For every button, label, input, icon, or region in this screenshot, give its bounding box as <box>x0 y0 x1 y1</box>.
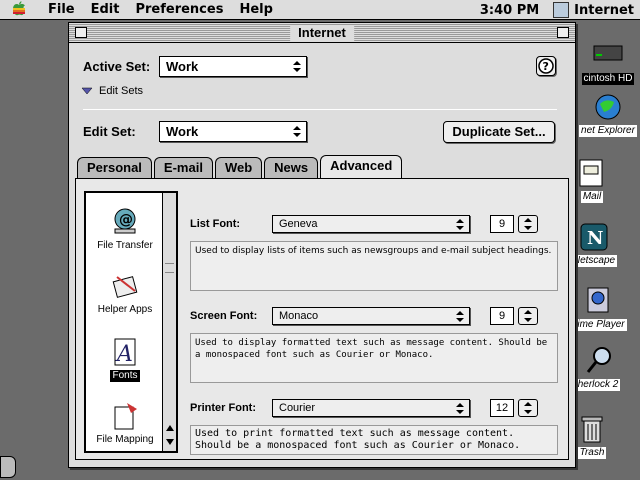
desktop-icon-label: Mail <box>580 191 604 203</box>
edit-set-popup[interactable]: Work <box>159 121 307 142</box>
helper-apps-icon <box>109 269 141 301</box>
category-file-transfer[interactable]: @ File Transfer <box>86 205 164 252</box>
disclosure-triangle-icon[interactable] <box>81 86 93 96</box>
control-strip-tab[interactable] <box>0 456 16 478</box>
category-label: Helper Apps <box>97 304 153 315</box>
screen-font-size-stepper[interactable] <box>518 307 538 325</box>
advanced-panel: @ File Transfer Helper Apps A Fonts File… <box>75 178 569 460</box>
file-transfer-icon: @ <box>109 205 141 237</box>
divider <box>83 109 557 110</box>
screen-font-size-field[interactable]: 9 <box>490 307 514 325</box>
tab-web[interactable]: Web <box>214 157 263 179</box>
sherlock-icon <box>582 346 614 376</box>
application-menu-icon[interactable] <box>553 2 570 18</box>
category-file-mapping[interactable]: File Mapping <box>86 399 164 446</box>
screen-font-label: Screen Font: <box>190 310 258 322</box>
menubar-clock[interactable]: 3:40 PM <box>480 3 539 18</box>
window-title: Internet <box>290 25 354 41</box>
internet-window: Internet Active Set: Work ? Edit Sets Ed… <box>68 22 576 468</box>
edit-sets-label[interactable]: Edit Sets <box>99 85 143 97</box>
tab-email[interactable]: E-mail <box>153 157 213 179</box>
active-set-value: Work <box>166 59 199 74</box>
internet-explorer-icon <box>592 92 624 122</box>
tab-news[interactable]: News <box>264 157 319 179</box>
screen-font-value: Monaco <box>279 310 319 322</box>
list-font-size-stepper[interactable] <box>518 215 538 233</box>
advanced-category-list[interactable]: @ File Transfer Helper Apps A Fonts File… <box>84 191 178 453</box>
category-helper-apps[interactable]: Helper Apps <box>86 269 164 316</box>
window-titlebar[interactable]: Internet <box>69 23 575 43</box>
file-mapping-icon <box>109 399 141 431</box>
printer-font-size-field[interactable]: 12 <box>490 399 514 417</box>
menu-bar: File Edit Preferences Help 3:40 PM Inter… <box>0 0 640 20</box>
category-label: Fonts <box>110 370 140 382</box>
edit-set-value: Work <box>166 124 199 139</box>
svg-text:N: N <box>587 228 603 249</box>
list-font-description: Used to display lists of items such as n… <box>190 241 558 291</box>
active-set-popup[interactable]: Work <box>159 56 307 77</box>
trash-icon <box>576 414 608 444</box>
popup-arrows-icon <box>456 311 464 322</box>
popup-arrows-icon <box>293 61 301 72</box>
stepper-arrows-icon <box>524 218 532 230</box>
desktop-icon-label: net Explorer <box>579 125 637 137</box>
printer-font-label: Printer Font: <box>190 402 256 414</box>
screen-font-description: Used to display formatted text such as m… <box>190 333 558 383</box>
collapse-box-icon[interactable] <box>557 27 569 38</box>
close-box-icon[interactable] <box>75 27 87 38</box>
stepper-arrows-icon <box>524 402 532 414</box>
menu-edit[interactable]: Edit <box>83 0 128 20</box>
menu-preferences[interactable]: Preferences <box>127 0 231 20</box>
screen-font-popup[interactable]: Monaco <box>272 307 470 325</box>
desktop-icon-label: Netscape <box>570 255 618 267</box>
desktop-icon-hard-disk[interactable]: cintosh HD <box>576 40 640 85</box>
category-scrollbar[interactable] <box>162 193 176 451</box>
desktop-icon-label: herlock 2 <box>575 379 621 391</box>
list-font-value: Geneva <box>279 218 318 230</box>
svg-text:A: A <box>115 342 133 367</box>
edit-set-label: Edit Set: <box>83 124 136 139</box>
list-font-size-field[interactable]: 9 <box>490 215 514 233</box>
stepper-arrows-icon <box>524 310 532 322</box>
scroll-up-arrow-icon[interactable] <box>164 423 176 433</box>
help-icon[interactable]: ? <box>536 56 556 76</box>
desktop-icon-internet-explorer[interactable]: net Explorer <box>576 92 640 137</box>
category-label: File Transfer <box>97 240 153 251</box>
popup-arrows-icon <box>456 219 464 230</box>
quicktime-icon <box>582 286 614 316</box>
fonts-icon: A <box>109 335 141 367</box>
desktop-icon-label: cintosh HD <box>581 73 635 85</box>
desktop-icon-label: Trash <box>577 447 607 459</box>
popup-arrows-icon <box>456 403 464 414</box>
category-fonts[interactable]: A Fonts <box>86 335 164 382</box>
printer-font-popup[interactable]: Courier <box>272 399 470 417</box>
active-set-label: Active Set: <box>83 59 151 74</box>
menu-file[interactable]: File <box>40 0 83 20</box>
desktop-icon-label: Time Player <box>569 319 627 331</box>
duplicate-set-button[interactable]: Duplicate Set... <box>443 121 555 143</box>
list-font-label: List Font: <box>190 218 241 230</box>
category-label: File Mapping <box>96 434 154 445</box>
hard-disk-icon <box>592 40 624 70</box>
svg-text:@: @ <box>119 212 133 228</box>
printer-font-size-stepper[interactable] <box>518 399 538 417</box>
printer-font-description: Used to print formatted text such as mes… <box>190 425 558 455</box>
tab-personal[interactable]: Personal <box>77 157 152 179</box>
netscape-icon: N <box>578 222 610 252</box>
mail-icon <box>576 158 608 188</box>
scroll-down-arrow-icon[interactable] <box>164 437 176 447</box>
application-menu-label[interactable]: Internet <box>574 3 634 18</box>
tab-advanced[interactable]: Advanced <box>320 155 403 179</box>
scroll-thumb-grip[interactable] <box>165 263 174 273</box>
popup-arrows-icon <box>293 126 301 137</box>
list-font-popup[interactable]: Geneva <box>272 215 470 233</box>
menu-help[interactable]: Help <box>231 0 280 20</box>
svg-text:?: ? <box>543 60 549 73</box>
printer-font-value: Courier <box>279 402 316 414</box>
tab-bar: Personal E-mail Web News Advanced <box>77 155 404 179</box>
apple-menu-icon[interactable] <box>10 0 32 20</box>
